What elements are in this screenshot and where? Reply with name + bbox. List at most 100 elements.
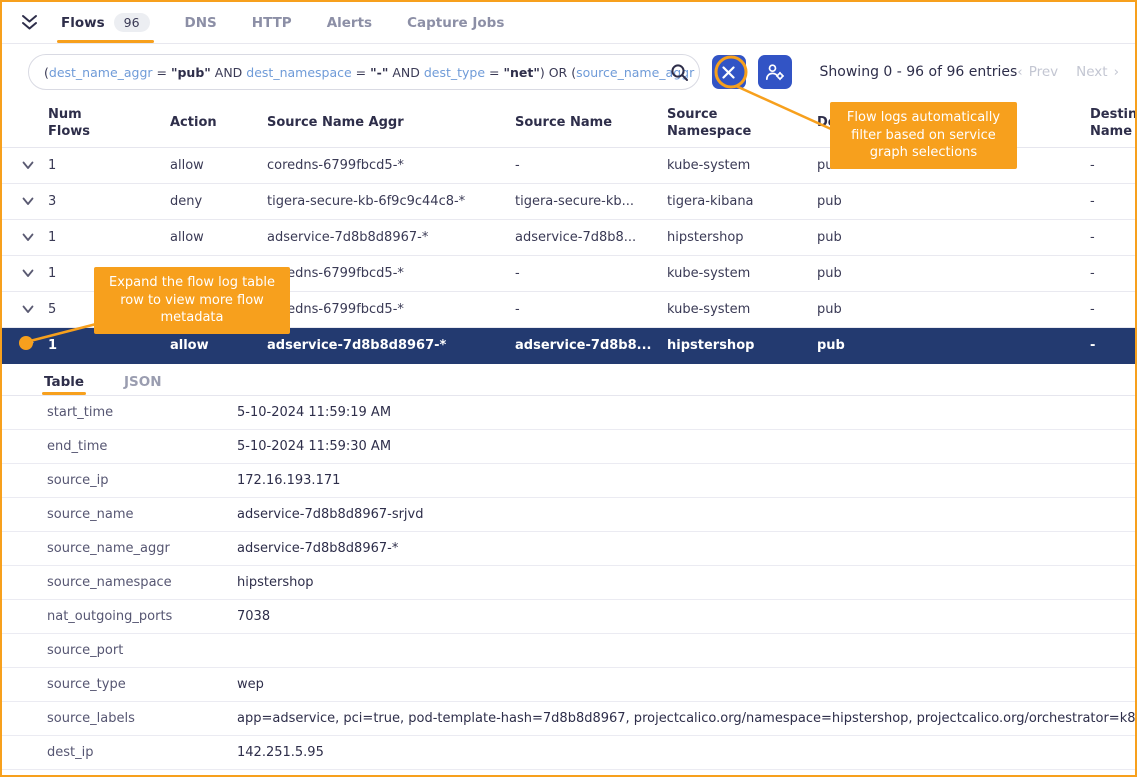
cell-num-flows: 1 [48,158,170,173]
detail-key: source_port [47,643,237,658]
detail-row: source_labelsapp=adservice, pci=true, po… [2,702,1135,736]
tab-dns[interactable]: DNS [181,2,221,43]
cell-dest-name-aggr: pub [817,266,1090,281]
cell-dest-name-aggr: pub [817,230,1090,245]
detail-row: start_time5-10-2024 11:59:19 AM [2,396,1135,430]
query-segment: = [153,65,171,80]
flow-table-row[interactable]: 1allowadservice-7d8b8d8967-*adservice-7d… [2,220,1135,256]
row-expand-chevron-icon[interactable] [22,305,48,314]
query-segment: dest_type [424,65,485,80]
cell-source-name-aggr: coredns-6799fbcd5-* [267,266,515,281]
header-source-namespace[interactable]: Source Namespace [667,107,761,140]
detail-row: dest_ip142.251.5.95 [2,736,1135,770]
detail-key: source_ip [47,473,237,488]
annotation-callout-filter: Flow logs automatically filter based on … [830,102,1017,169]
detail-tab-json[interactable]: JSON [122,374,164,395]
detail-table: start_time5-10-2024 11:59:19 AMend_time5… [2,396,1135,770]
cell-destination-name: - [1090,230,1137,245]
cell-source-name: - [515,158,667,173]
detail-key: end_time [47,439,237,454]
cell-source-namespace: hipstershop [667,230,817,245]
cell-num-flows: 3 [48,194,170,209]
prev-button[interactable]: Prev [1029,64,1058,80]
cell-source-name: - [515,266,667,281]
cell-source-namespace: tigera-kibana [667,194,817,209]
tab-flows[interactable]: Flows 96 [57,2,154,43]
query-segment: "-" [370,65,388,80]
detail-key: source_type [47,677,237,692]
header-destination-name[interactable]: Destination Name [1090,107,1137,140]
cell-dest-name-aggr: pub [817,338,1090,353]
detail-value: 142.251.5.95 [237,745,1135,760]
filter-query-input[interactable]: (dest_name_aggr = "pub" AND dest_namespa… [28,54,700,90]
detail-key: source_labels [47,711,237,726]
query-segment: dest_namespace [246,65,351,80]
double-chevron-down-icon[interactable] [20,2,39,43]
cell-action: allow [170,230,267,245]
detail-tabs: Table JSON [2,364,1135,396]
detail-value: 5-10-2024 11:59:30 AM [237,439,1135,454]
next-button[interactable]: Next [1076,64,1107,80]
prev-chevron-icon[interactable]: ‹ [1017,64,1022,80]
header-source-name[interactable]: Source Name [515,115,667,131]
cell-source-name-aggr: adservice-7d8b8d8967-* [267,230,515,245]
query-segment: = [694,65,699,80]
query-segment: "pub" [171,65,211,80]
detail-value: adservice-7d8b8d8967-srjvd [237,507,1135,522]
tab-capture-jobs[interactable]: Capture Jobs [403,2,508,43]
flow-table-row[interactable]: 3denytigera-secure-kb-6f9c9c44c8-*tigera… [2,184,1135,220]
header-source-name-aggr[interactable]: Source Name Aggr [267,115,515,131]
detail-tab-table[interactable]: Table [42,374,86,395]
search-icon[interactable] [670,63,689,85]
detail-row: source_name_aggradservice-7d8b8d8967-* [2,532,1135,566]
cell-num-flows: 1 [48,230,170,245]
cell-dest-name-aggr: pub [817,194,1090,209]
annotation-callout-expand: Expand the flow log table row to view mo… [94,267,290,334]
detail-value: 172.16.193.171 [237,473,1135,488]
pagination: ‹ Prev Next › [1017,64,1119,80]
next-chevron-icon[interactable]: › [1114,64,1119,80]
cell-source-name: tigera-secure-kb... [515,194,667,209]
tab-http[interactable]: HTTP [248,2,296,43]
user-settings-button[interactable] [758,55,792,89]
query-segment: = [352,65,370,80]
tab-flows-label: Flows [61,15,105,31]
tab-alerts[interactable]: Alerts [323,2,376,43]
detail-row: nat_outgoing_ports7038 [2,600,1135,634]
detail-value: adservice-7d8b8d8967-* [237,541,1135,556]
row-expand-chevron-icon[interactable] [22,269,48,278]
header-action[interactable]: Action [170,115,267,131]
cell-destination-name: - [1090,302,1137,317]
row-expand-chevron-icon[interactable] [22,161,48,170]
cell-destination-name: - [1090,338,1137,353]
flow-logs-page: Flows 96 DNS HTTP Alerts Capture Jobs (d… [0,0,1137,777]
detail-value: app=adservice, pci=true, pod-template-ha… [237,711,1135,726]
query-segment: dest_name_aggr [49,65,153,80]
row-expand-chevron-icon[interactable] [22,341,48,350]
cell-source-name-aggr: adservice-7d8b8d8967-* [267,338,515,353]
detail-key: nat_outgoing_ports [47,609,237,624]
row-expand-chevron-icon[interactable] [22,197,48,206]
filter-bar: (dest_name_aggr = "pub" AND dest_namespa… [2,44,1135,100]
detail-value: wep [237,677,1135,692]
detail-key: source_name_aggr [47,541,237,556]
header-num-flows[interactable]: Num Flows [48,107,94,140]
detail-key: source_namespace [47,575,237,590]
detail-row: source_namespacehipstershop [2,566,1135,600]
entries-summary: Showing 0 - 96 of 96 entries [820,64,1018,80]
detail-row: end_time5-10-2024 11:59:30 AM [2,430,1135,464]
cell-destination-name: - [1090,194,1137,209]
cell-source-namespace: kube-system [667,266,817,281]
cell-source-name-aggr: tigera-secure-kb-6f9c9c44c8-* [267,194,515,209]
cell-source-namespace: hipstershop [667,338,817,353]
cell-dest-name-aggr: pub [817,302,1090,317]
query-segment: = [485,65,503,80]
detail-row: source_ip172.16.193.171 [2,464,1135,498]
detail-value: 7038 [237,609,1135,624]
clear-filter-button[interactable] [712,55,746,89]
query-segment: ) OR ( [540,65,576,80]
cell-action: allow [170,338,267,353]
cell-source-name: adservice-7d8b8... [515,230,667,245]
cell-source-name: - [515,302,667,317]
row-expand-chevron-icon[interactable] [22,233,48,242]
